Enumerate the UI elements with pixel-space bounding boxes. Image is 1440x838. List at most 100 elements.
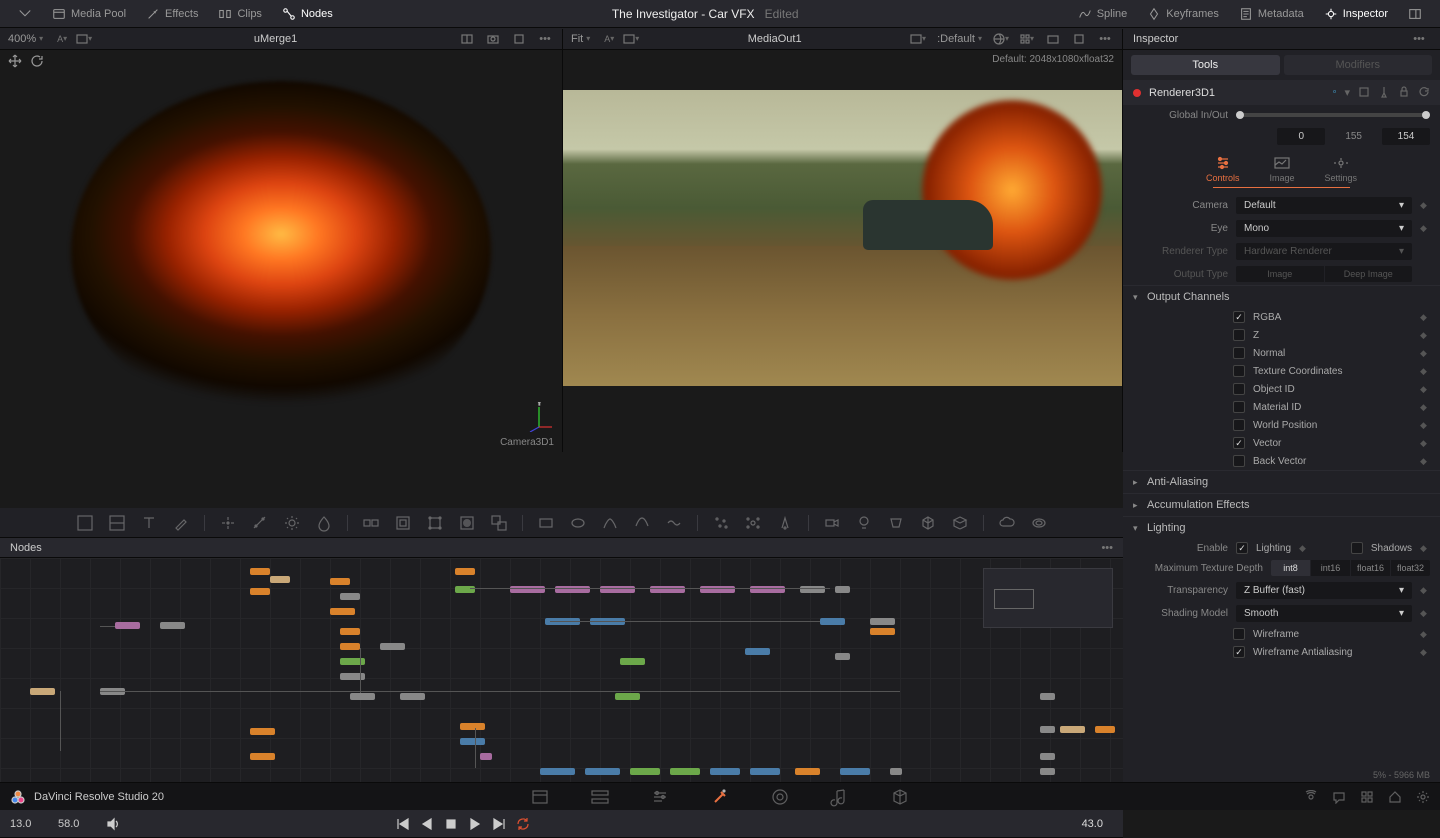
node[interactable] bbox=[1060, 726, 1085, 733]
fit-dropdown[interactable]: Fit▾ bbox=[563, 33, 598, 45]
node[interactable] bbox=[1040, 726, 1055, 733]
color-page-icon[interactable] bbox=[770, 787, 790, 807]
lock-icon[interactable] bbox=[1398, 86, 1410, 98]
current-frame[interactable]: 43.0 bbox=[1072, 816, 1113, 832]
play-icon[interactable] bbox=[467, 816, 483, 832]
channel-check-normal[interactable] bbox=[1233, 347, 1245, 359]
keyframe-diamond[interactable]: ◆ bbox=[1420, 384, 1430, 395]
node[interactable] bbox=[870, 618, 895, 625]
colorcorrect-tool-icon[interactable] bbox=[251, 514, 269, 532]
node[interactable] bbox=[750, 768, 780, 775]
tex-opt-int8[interactable]: int8 bbox=[1271, 560, 1310, 576]
fullscreen2-icon[interactable] bbox=[1068, 29, 1090, 49]
keyframe-diamond[interactable]: ◆ bbox=[1420, 629, 1430, 640]
node[interactable] bbox=[380, 643, 405, 650]
settings-icon[interactable] bbox=[1416, 790, 1430, 804]
wireframe-aa-check[interactable] bbox=[1233, 646, 1245, 658]
channel-check-object-id[interactable] bbox=[1233, 383, 1245, 395]
node[interactable] bbox=[1040, 693, 1055, 700]
more2-icon[interactable]: ••• bbox=[1094, 29, 1116, 49]
keyframe-diamond[interactable]: ◆ bbox=[1420, 330, 1430, 341]
tab-keyframes[interactable]: Keyframes bbox=[1137, 0, 1229, 27]
frame-out[interactable]: 58.0 bbox=[58, 818, 96, 830]
rectangle-tool-icon[interactable] bbox=[537, 514, 555, 532]
fastnoise-tool-icon[interactable] bbox=[108, 514, 126, 532]
stop-icon[interactable] bbox=[443, 816, 459, 832]
snapshot2-icon[interactable] bbox=[1042, 29, 1064, 49]
global-out-input[interactable] bbox=[1382, 128, 1430, 145]
channel-check-texture-coordinates[interactable] bbox=[1233, 365, 1245, 377]
node[interactable] bbox=[710, 768, 740, 775]
tab-inspector[interactable]: Inspector bbox=[1314, 0, 1398, 27]
node[interactable] bbox=[160, 622, 185, 629]
remote-icon[interactable] bbox=[1304, 790, 1318, 804]
image-tab[interactable]: Image bbox=[1269, 156, 1294, 183]
layout-a-icon[interactable]: A▾ bbox=[51, 29, 73, 49]
node[interactable] bbox=[620, 658, 645, 665]
node[interactable] bbox=[840, 768, 870, 775]
section-lighting[interactable]: ▾Lighting bbox=[1123, 516, 1440, 539]
tab-nodes[interactable]: Nodes bbox=[272, 0, 343, 27]
node[interactable] bbox=[250, 568, 270, 575]
background-tool-icon[interactable] bbox=[76, 514, 94, 532]
inspector-tab-modifiers[interactable]: Modifiers bbox=[1284, 55, 1433, 75]
inspector-tab-tools[interactable]: Tools bbox=[1131, 55, 1280, 75]
node[interactable] bbox=[455, 568, 475, 575]
lighting-enable-check[interactable] bbox=[1236, 542, 1248, 554]
channel-icon[interactable]: ▾ bbox=[907, 29, 929, 49]
node[interactable] bbox=[340, 673, 365, 680]
node[interactable] bbox=[795, 768, 820, 775]
channel-check-rgba[interactable] bbox=[1233, 311, 1245, 323]
tab-effects[interactable]: Effects bbox=[136, 0, 208, 27]
channel-check-world-position[interactable] bbox=[1233, 419, 1245, 431]
splitview-icon[interactable] bbox=[456, 29, 478, 49]
loop-icon[interactable] bbox=[515, 816, 531, 832]
brightness-tool-icon[interactable] bbox=[283, 514, 301, 532]
channel-check-vector[interactable] bbox=[1233, 437, 1245, 449]
tab-metadata[interactable]: Metadata bbox=[1229, 0, 1314, 27]
bspline-tool-icon[interactable] bbox=[633, 514, 651, 532]
pRender-tool-icon[interactable] bbox=[776, 514, 794, 532]
volume-tool-icon[interactable] bbox=[1030, 514, 1048, 532]
layout-icon[interactable] bbox=[1398, 0, 1432, 27]
node[interactable] bbox=[1040, 768, 1055, 775]
merge-tool-icon[interactable] bbox=[362, 514, 380, 532]
keyframe-diamond[interactable]: ◆ bbox=[1420, 608, 1430, 619]
keyframe-diamond[interactable]: ◆ bbox=[1420, 366, 1430, 377]
tab-spline[interactable]: Spline bbox=[1068, 0, 1138, 27]
resize-tool-icon[interactable] bbox=[490, 514, 508, 532]
keyframe-diamond[interactable]: ◆ bbox=[1420, 438, 1430, 449]
render3d-tool-icon[interactable] bbox=[951, 514, 969, 532]
viewer-left[interactable]: Y Camera3D1 bbox=[0, 50, 563, 452]
light-tool-icon[interactable] bbox=[855, 514, 873, 532]
expand-icon[interactable] bbox=[8, 0, 42, 27]
settings-tab[interactable]: Settings bbox=[1325, 156, 1358, 183]
keyframe-diamond[interactable]: ◆ bbox=[1420, 312, 1430, 323]
tab-clips[interactable]: Clips bbox=[208, 0, 271, 27]
grid-icon[interactable]: ▾ bbox=[1016, 29, 1038, 49]
audio-icon[interactable] bbox=[106, 817, 120, 831]
blur-tool-icon[interactable] bbox=[315, 514, 333, 532]
global-in-input[interactable] bbox=[1277, 128, 1325, 145]
node[interactable] bbox=[115, 622, 140, 629]
inspector-more-icon[interactable]: ••• bbox=[1408, 29, 1430, 49]
node[interactable] bbox=[630, 768, 660, 775]
node[interactable] bbox=[250, 588, 270, 595]
axis-gizmo[interactable]: Y bbox=[524, 402, 554, 432]
shadows-check[interactable] bbox=[1351, 542, 1363, 554]
keyframe-diamond[interactable]: ◆ bbox=[1420, 402, 1430, 413]
tex-opt-int16[interactable]: int16 bbox=[1311, 560, 1350, 576]
node[interactable] bbox=[890, 768, 902, 775]
pEmitter-tool-icon[interactable] bbox=[744, 514, 762, 532]
minimap[interactable] bbox=[983, 568, 1113, 628]
keyframe-diamond[interactable]: ◆ bbox=[1299, 543, 1309, 554]
particles-tool-icon[interactable] bbox=[712, 514, 730, 532]
node[interactable] bbox=[585, 768, 620, 775]
more-icon[interactable]: ••• bbox=[534, 29, 556, 49]
polygon-tool-icon[interactable] bbox=[601, 514, 619, 532]
project-icon[interactable] bbox=[1360, 790, 1374, 804]
channel-check-z[interactable] bbox=[1233, 329, 1245, 341]
viewer-right[interactable]: Default: 2048x1080xfloat32 bbox=[563, 50, 1123, 452]
node-graph[interactable] bbox=[0, 558, 1123, 794]
tex-opt-float16[interactable]: float16 bbox=[1351, 560, 1390, 576]
